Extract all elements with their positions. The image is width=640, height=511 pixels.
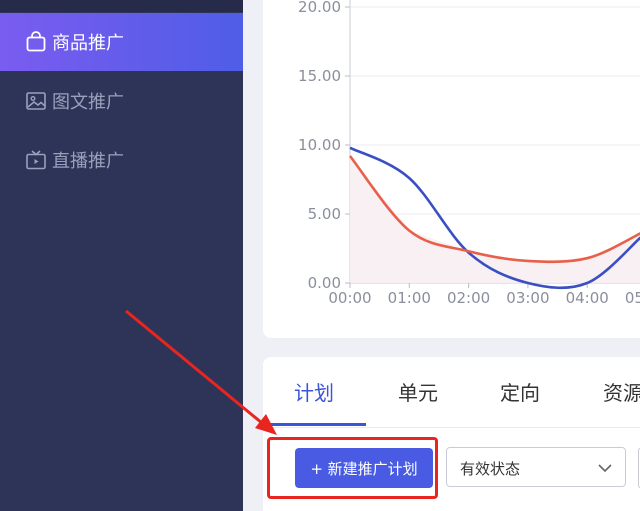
- y-tick-label: 20.00: [298, 0, 341, 16]
- tab-unit[interactable]: 单元: [398, 377, 438, 406]
- tab-targeting[interactable]: 定向: [500, 377, 540, 406]
- sidebar: 商品推广 图文推广 直播推广: [0, 0, 243, 511]
- chevron-down-icon: [598, 464, 612, 473]
- x-tick-label: 01:00: [388, 289, 431, 307]
- tv-icon: [26, 150, 46, 170]
- tab-resource[interactable]: 资源: [603, 377, 640, 406]
- highlight-box: [267, 437, 438, 499]
- y-tick-label: 15.00: [298, 67, 341, 85]
- series-area: [350, 156, 640, 283]
- y-tick-label: 10.00: [298, 136, 341, 154]
- x-tick-label: 03:00: [506, 289, 549, 307]
- x-tick-label: 05:00: [625, 289, 640, 307]
- x-tick-label: 02:00: [447, 289, 490, 307]
- shopping-bag-icon: [26, 31, 46, 52]
- sidebar-top-strip: [0, 0, 243, 12]
- tab-plan[interactable]: 计划: [294, 377, 334, 406]
- sidebar-item-label: 图文推广: [52, 92, 124, 113]
- sidebar-item-image-text-promotion[interactable]: 图文推广: [0, 72, 243, 130]
- x-tick-label: 04:00: [566, 289, 609, 307]
- x-tick-label: 00:00: [328, 289, 371, 307]
- sidebar-item-live-promotion[interactable]: 直播推广: [0, 131, 243, 189]
- trend-chart: 0.005.0010.0015.0020.0000:00 01:00 02:00 03…: [298, 0, 640, 307]
- sidebar-item-product-promotion[interactable]: 商品推广: [0, 13, 243, 71]
- status-select-value: 有效状态: [460, 460, 521, 478]
- active-tab-indicator: [268, 423, 366, 426]
- image-icon: [26, 92, 46, 110]
- sidebar-item-label: 商品推广: [52, 33, 124, 54]
- tab-bar: 计划 单元 定向 资源: [263, 357, 640, 428]
- y-tick-label: 5.00: [308, 205, 341, 223]
- status-select[interactable]: 有效状态: [446, 447, 626, 487]
- sidebar-item-label: 直播推广: [52, 151, 124, 172]
